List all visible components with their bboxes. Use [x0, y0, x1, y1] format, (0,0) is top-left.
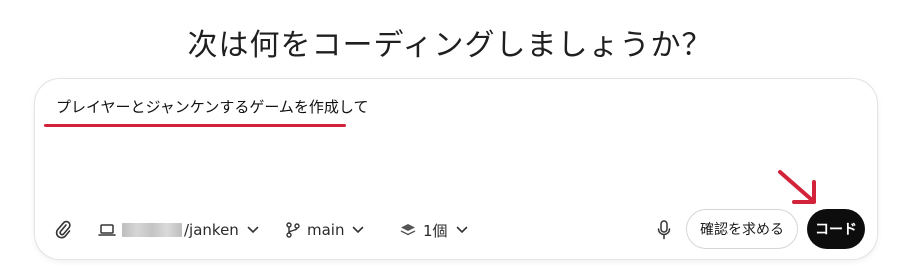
voice-input-button[interactable] [657, 216, 671, 244]
repository-name: /janken [184, 221, 239, 239]
ask-button[interactable]: 確認を求める [686, 209, 798, 249]
repository-selector[interactable]: /janken [98, 216, 259, 244]
page-title: 次は何をコーディングしましょうか？ [187, 28, 713, 63]
environment-count: 1個 [423, 221, 448, 240]
chevron-down-icon [456, 226, 468, 234]
page: 次は何をコーディングしましょうか？ プレイヤーとジャンケンするゲームを作成して … [0, 0, 900, 267]
red-arrow-annotation [776, 168, 820, 212]
redacted-owner [122, 223, 182, 237]
branch-name: main [307, 221, 345, 239]
paperclip-icon [54, 220, 72, 240]
chevron-down-icon [352, 226, 364, 234]
layers-icon [400, 223, 416, 237]
git-branch-icon [286, 222, 300, 238]
laptop-icon [98, 223, 116, 237]
chevron-down-icon [247, 226, 259, 234]
attach-button[interactable] [54, 216, 72, 244]
branch-selector[interactable]: main [286, 216, 364, 244]
prompt-input-text[interactable]: プレイヤーとジャンケンするゲームを作成して [56, 96, 368, 117]
code-button[interactable]: コード [807, 209, 865, 249]
environment-selector[interactable]: 1個 [400, 216, 468, 244]
microphone-icon [657, 220, 671, 240]
red-underline-annotation [44, 124, 346, 127]
